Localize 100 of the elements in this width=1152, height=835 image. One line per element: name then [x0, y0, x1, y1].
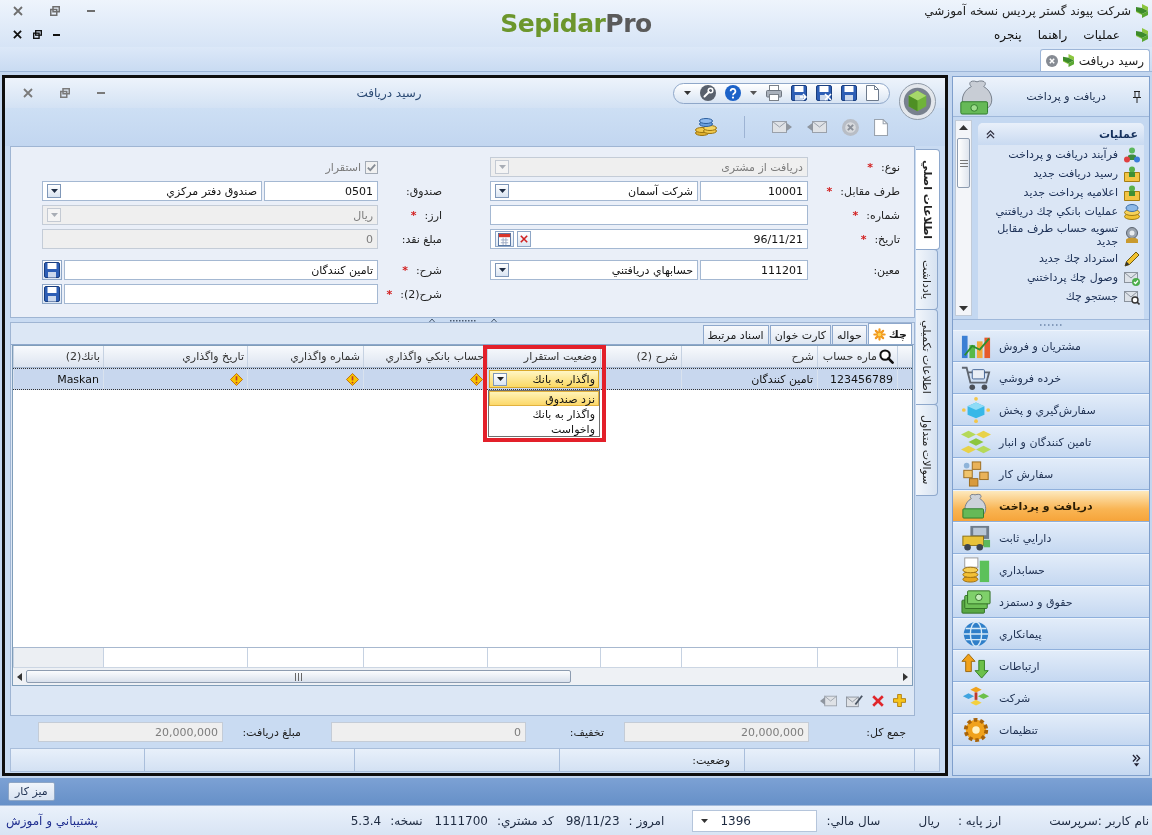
document-tab[interactable]: رسید دریافت: [1039, 49, 1150, 71]
action-link[interactable]: وصول چك پرداختني: [978, 268, 1144, 287]
action-link[interactable]: اعلاميه پرداخت جديد: [978, 183, 1144, 202]
column-header[interactable]: شرح (2): [600, 346, 681, 367]
module-button[interactable]: سفارش کار: [953, 458, 1149, 490]
module-button[interactable]: شرکت: [953, 682, 1149, 714]
save-button[interactable]: [42, 260, 62, 280]
module-button[interactable]: پيمانکاري: [953, 618, 1149, 650]
module-button[interactable]: دريافت و پرداخت: [953, 490, 1149, 522]
date-field[interactable]: 96/11/21: [490, 229, 808, 249]
app-title: شرکت پیوند گستر پردیس نسخه آموزشي: [924, 4, 1131, 18]
module-button[interactable]: تنظيمات: [953, 714, 1149, 746]
column-header[interactable]: تاريخ واگذاري: [103, 346, 247, 367]
code-field[interactable]: 0501: [264, 181, 378, 201]
workspace-button[interactable]: ميز کار: [8, 782, 55, 801]
plus-icon[interactable]: [893, 694, 906, 707]
action-link[interactable]: جستجو چك: [978, 287, 1144, 306]
tab[interactable]: كارت خوان: [769, 325, 832, 344]
scroll-thumb[interactable]: [26, 670, 571, 683]
scroll-right-icon[interactable]: [903, 672, 908, 681]
scroll-thumb[interactable]: [957, 138, 970, 188]
action-link[interactable]: استرداد چك جديد: [978, 249, 1144, 268]
save-button[interactable]: [42, 284, 62, 304]
minimize-icon[interactable]: [53, 33, 60, 36]
key-icon[interactable]: [700, 85, 716, 101]
dropdown-button[interactable]: [493, 372, 507, 386]
module-button[interactable]: حسابداري: [953, 554, 1149, 586]
scroll-left-icon[interactable]: [17, 672, 22, 681]
module-button[interactable]: خرده فروشي: [953, 362, 1149, 394]
combo-box[interactable]: صندوق دفتر مرکزي: [42, 181, 262, 201]
app-orb-icon[interactable]: [899, 83, 936, 120]
pin-icon[interactable]: [1133, 90, 1141, 103]
caret-icon[interactable]: [750, 91, 757, 95]
year-select[interactable]: 1396: [692, 809, 818, 832]
code-field[interactable]: 111201: [700, 260, 808, 280]
print-icon[interactable]: [766, 85, 782, 101]
dropdown-button[interactable]: [495, 184, 509, 198]
document-icon[interactable]: [866, 85, 879, 101]
tab[interactable]: حواله: [832, 325, 867, 344]
menu-item[interactable]: راهنما: [1037, 27, 1068, 42]
column-header[interactable]: شماره واگذاري: [247, 346, 363, 367]
splitter-handle-icon[interactable]: [1040, 324, 1062, 326]
combo-box[interactable]: شرکت آسمان: [490, 181, 698, 201]
scroll-down-icon[interactable]: [959, 306, 968, 311]
document-icon[interactable]: [874, 118, 888, 136]
person-icon: [1124, 227, 1140, 243]
splitter-handle-icon[interactable]: [427, 317, 498, 323]
close-icon[interactable]: [13, 30, 22, 39]
side-tab[interactable]: اطلاعات تکميلي: [916, 309, 938, 406]
code-field[interactable]: 10001: [700, 181, 808, 201]
save-icon[interactable]: [816, 85, 832, 101]
side-tab[interactable]: سوالات متداول: [916, 404, 938, 496]
column-header[interactable]: ماره حساب: [817, 346, 897, 367]
column-header[interactable]: وضعيت استقرار: [487, 346, 600, 367]
support-link[interactable]: پشتيباني و آموزش: [3, 813, 98, 828]
calendar-button[interactable]: [495, 231, 514, 247]
save-icon[interactable]: [841, 85, 857, 101]
text-field[interactable]: تامین کنندگان: [64, 260, 378, 280]
caret-icon[interactable]: [684, 91, 691, 95]
module-button[interactable]: حقوق و دستمزد: [953, 586, 1149, 618]
delete-icon[interactable]: [872, 694, 884, 707]
group-header[interactable]: عمليات: [978, 123, 1144, 145]
field-label: نوع:: [881, 160, 900, 174]
tab[interactable]: اسناد مرتبط: [702, 325, 769, 344]
menu-item[interactable]: پنجره: [994, 27, 1022, 42]
restore-icon[interactable]: [33, 30, 42, 39]
text-field[interactable]: [64, 284, 378, 304]
side-tab[interactable]: اطلاعات اصلي: [916, 149, 940, 251]
module-button[interactable]: دارايي ثابت: [953, 522, 1149, 554]
dropdown-button[interactable]: [495, 263, 509, 277]
column-header[interactable]: حساب بانكي واگذاري: [363, 346, 487, 367]
combo-box[interactable]: حسابهاي دريافتني: [490, 260, 698, 280]
dropdown-option[interactable]: واگذار به بانك: [489, 406, 599, 421]
dropdown-option[interactable]: واخواست: [489, 421, 599, 436]
column-header[interactable]: شرح: [681, 346, 817, 367]
tab[interactable]: چك: [867, 323, 912, 344]
combo-box[interactable]: واگذار به بانك: [489, 370, 599, 388]
help-icon[interactable]: [725, 85, 741, 101]
text-field[interactable]: [490, 205, 808, 225]
search-icon[interactable]: [879, 349, 894, 364]
save-icon[interactable]: [791, 85, 807, 101]
action-link[interactable]: فرآيند دريافت و پرداخت: [978, 145, 1144, 164]
side-tab[interactable]: يادداشت: [916, 249, 938, 311]
envelope-pen-icon[interactable]: [846, 693, 863, 708]
menu-item[interactable]: عمليات: [1083, 27, 1120, 42]
module-button[interactable]: ارتباطات: [953, 650, 1149, 682]
dropdown-button[interactable]: [47, 184, 61, 198]
module-button[interactable]: مشتريان و فروش: [953, 330, 1149, 362]
action-link[interactable]: رسيد دريافت جديد: [978, 164, 1144, 183]
module-button[interactable]: سفارش‌گيري و پخش: [953, 394, 1149, 426]
module-button[interactable]: تامين کنندگان و انبار: [953, 426, 1149, 458]
chevron-menu-icon[interactable]: [1132, 754, 1141, 767]
dropdown-option[interactable]: نزد صندوق: [489, 391, 599, 406]
scroll-up-icon[interactable]: [959, 125, 968, 130]
column-header[interactable]: بانك(2): [13, 346, 103, 367]
action-link[interactable]: تسويه حساب طرف مقابل جديد: [978, 221, 1144, 249]
envelope-arrow-icon[interactable]: [820, 693, 837, 708]
coins-icon[interactable]: [695, 118, 717, 136]
clear-button[interactable]: [517, 231, 531, 247]
action-link[interactable]: عمليات بانکي چك دريافتني: [978, 202, 1144, 221]
